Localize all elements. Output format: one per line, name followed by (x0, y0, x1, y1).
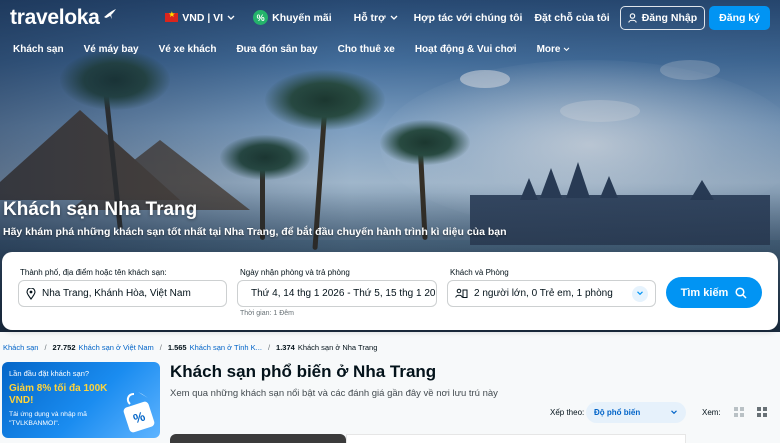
list-view-toggle[interactable] (754, 404, 772, 420)
subnav-item-bus[interactable]: Vé xe khách (159, 44, 217, 55)
login-label: Đăng Nhập (641, 11, 698, 24)
brand-logo-text: traveloka (10, 5, 100, 29)
breadcrumb-separator: / (159, 343, 162, 352)
language-currency-selector[interactable]: VND | VI (159, 10, 241, 24)
product-navigation: Khách sạn Vé máy bay Vé xe khách Đưa đón… (0, 38, 590, 60)
subnav-item-car-rental[interactable]: Cho thuê xe (338, 44, 395, 55)
hotel-card[interactable] (346, 434, 686, 443)
hotel-search-form: Thành phố, địa điểm hoặc tên khách sạn: … (2, 252, 778, 330)
subnav-label: More (536, 43, 561, 55)
guests-rooms-input[interactable]: 2 người lớn, 0 Trẻ em, 1 phòng (447, 280, 656, 307)
list-view-icon (757, 407, 767, 417)
sort-value: Độ phổ biến (594, 408, 641, 417)
section-subtitle: Xem qua những khách sạn nổi bật và các đ… (170, 388, 498, 399)
subnav-item-flights[interactable]: Vé máy bay (84, 44, 139, 55)
breadcrumb-item-vietnam[interactable]: Khách sạn ở Việt Nam (79, 343, 154, 352)
chevron-down-icon (390, 15, 398, 20)
subnav-label: Cho thuê xe (337, 43, 395, 55)
promo-line1: Lần đầu đặt khách sạn? (9, 369, 90, 378)
login-button[interactable]: Đăng Nhập (619, 5, 706, 30)
top-navigation: traveloka VND | VI % Khuyến mãi Hỗ trợ H… (0, 0, 780, 35)
dates-value: Thứ 4, 14 thg 1 2026 - Thứ 5, 15 thg 1 2… (251, 288, 437, 299)
register-label: Đăng ký (719, 11, 760, 24)
my-bookings-link[interactable]: Đặt chỗ của tôi (528, 12, 615, 24)
page-title: Khách sạn Nha Trang (3, 199, 198, 220)
breadcrumb-count: 27.752 (52, 343, 76, 352)
subnav-label: Vé xe khách (158, 43, 217, 55)
search-button[interactable]: Tìm kiếm (666, 277, 762, 308)
breadcrumb-item-province[interactable]: Khách sạn ở Tỉnh K... (190, 343, 262, 352)
promo-banner[interactable]: Lần đầu đặt khách sạn? Giảm 8% tối đa 10… (2, 362, 160, 438)
discount-tag-icon: % (123, 392, 155, 433)
promo-line3: Tải ứng dụng và nhập mã "TVLKBANMOI". (9, 411, 87, 427)
breadcrumb-count: 1.374 (276, 343, 295, 352)
dates-input[interactable]: Thứ 4, 14 thg 1 2026 - Thứ 5, 15 thg 1 2… (237, 280, 437, 307)
subnav-label: Hoạt động & Vui chơi (414, 43, 517, 55)
search-icon (735, 286, 747, 299)
register-button[interactable]: Đăng ký (709, 5, 770, 30)
subnav-label: Vé máy bay (83, 43, 139, 55)
location-pin-icon (26, 287, 36, 300)
promo-line2: Giảm 8% tối đa 100K VND! (9, 383, 108, 406)
chevron-down-icon (671, 410, 677, 415)
partner-label: Hợp tác với chúng tôi (413, 11, 523, 24)
view-label: Xem: (702, 408, 721, 417)
chevron-down-icon (632, 285, 648, 302)
chevron-down-icon (564, 46, 570, 51)
bird-logo-icon (103, 8, 116, 19)
destination-label: Thành phố, địa điểm hoặc tên khách sạn: (20, 268, 167, 277)
hotel-card-image[interactable] (170, 434, 346, 443)
my-bookings-label: Đặt chỗ của tôi (534, 11, 610, 24)
grid-view-icon[interactable] (734, 407, 744, 417)
vietnam-flag-icon (165, 10, 179, 22)
duration-hint: Thời gian: 1 Đêm (240, 310, 295, 317)
subnav-item-hotels[interactable]: Khách sạn (13, 44, 64, 55)
subnav-item-more[interactable]: More (537, 44, 571, 55)
page-subtitle: Hãy khám phá những khách sạn tốt nhất tạ… (3, 226, 507, 238)
guests-rooms-icon (455, 288, 468, 298)
sort-label: Xếp theo: (550, 408, 585, 417)
subnav-label: Đưa đón sân bay (236, 43, 318, 55)
partner-link[interactable]: Hợp tác với chúng tôi (408, 12, 529, 24)
promotions-link[interactable]: % Khuyến mãi (247, 10, 338, 25)
destination-input[interactable]: Nha Trang, Khánh Hòa, Việt Nam (18, 280, 227, 307)
support-label: Hỗ trợ (353, 11, 386, 24)
breadcrumb: Khách sạn / 27.752 Khách sạn ở Việt Nam … (3, 343, 377, 352)
breadcrumb-count: 1.565 (167, 343, 187, 352)
language-currency-label: VND | VI (182, 11, 224, 24)
destination-value: Nha Trang, Khánh Hòa, Việt Nam (42, 288, 191, 299)
subnav-label: Khách sạn (13, 43, 64, 55)
breadcrumb-item-current: Khách sạn ở Nha Trang (297, 343, 378, 352)
subnav-item-airport-transfer[interactable]: Đưa đón sân bay (236, 44, 317, 55)
breadcrumb-separator: / (267, 343, 271, 352)
brand-logo[interactable]: traveloka (10, 6, 117, 30)
sort-dropdown[interactable]: Độ phổ biến (586, 402, 686, 423)
section-title: Khách sạn phổ biến ở Nha Trang (170, 362, 437, 381)
breadcrumb-separator: / (44, 343, 47, 352)
user-icon (627, 12, 637, 23)
chevron-down-icon (227, 15, 235, 20)
guests-rooms-value: 2 người lớn, 0 Trẻ em, 1 phòng (474, 288, 613, 299)
promo-icon: % (253, 10, 269, 25)
promotions-label: Khuyến mãi (272, 11, 332, 24)
dates-label: Ngày nhận phòng và trả phòng (240, 268, 350, 277)
breadcrumb-item-hotels[interactable]: Khách sạn (3, 343, 38, 352)
subnav-item-activities[interactable]: Hoạt động & Vui chơi (415, 44, 517, 55)
support-menu[interactable]: Hỗ trợ (348, 12, 404, 24)
guests-label: Khách và Phòng (450, 268, 509, 277)
search-button-label: Tìm kiếm (680, 286, 729, 299)
